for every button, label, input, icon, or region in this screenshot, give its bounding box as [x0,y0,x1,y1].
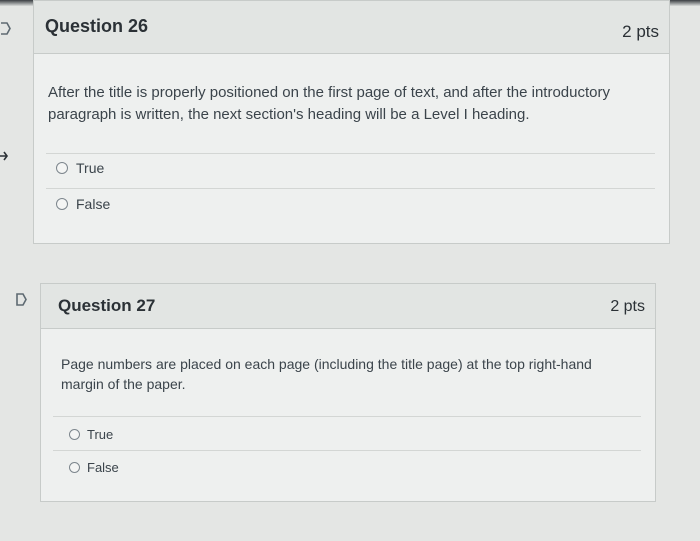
cursor-mark-icon [0,148,8,161]
question-points: 2 pts [622,22,659,41]
answer-label: False [76,196,111,212]
radio-icon[interactable] [69,462,80,473]
question-text: After the title is properly positioned o… [48,84,610,123]
divider [53,450,641,451]
flag-icon[interactable] [16,293,28,306]
question-header: Question 26 2 pts [34,1,669,54]
radio-icon[interactable] [56,198,68,210]
divider [46,153,655,154]
answer-label: True [87,427,114,442]
answer-label: False [87,460,119,475]
question-points: 2 pts [610,298,645,315]
answer-option-false[interactable]: False [56,196,110,212]
answer-option-true[interactable]: True [69,427,113,442]
question-header: Question 27 2 pts [41,284,655,329]
radio-icon[interactable] [56,162,68,174]
question-title: Question 26 [45,16,149,36]
question-text: Page numbers are placed on each page (in… [61,356,592,393]
answer-option-true[interactable]: True [56,160,104,176]
flag-icon[interactable] [0,22,12,35]
answer-label: True [76,160,105,176]
answer-option-false[interactable]: False [69,460,119,475]
question-26-card: Question 26 2 pts After the title is pro… [33,0,670,244]
radio-icon[interactable] [69,429,80,440]
question-27-card: Question 27 2 pts Page numbers are place… [40,283,656,502]
divider [46,188,655,189]
question-title: Question 27 [58,296,156,315]
divider [53,416,641,417]
